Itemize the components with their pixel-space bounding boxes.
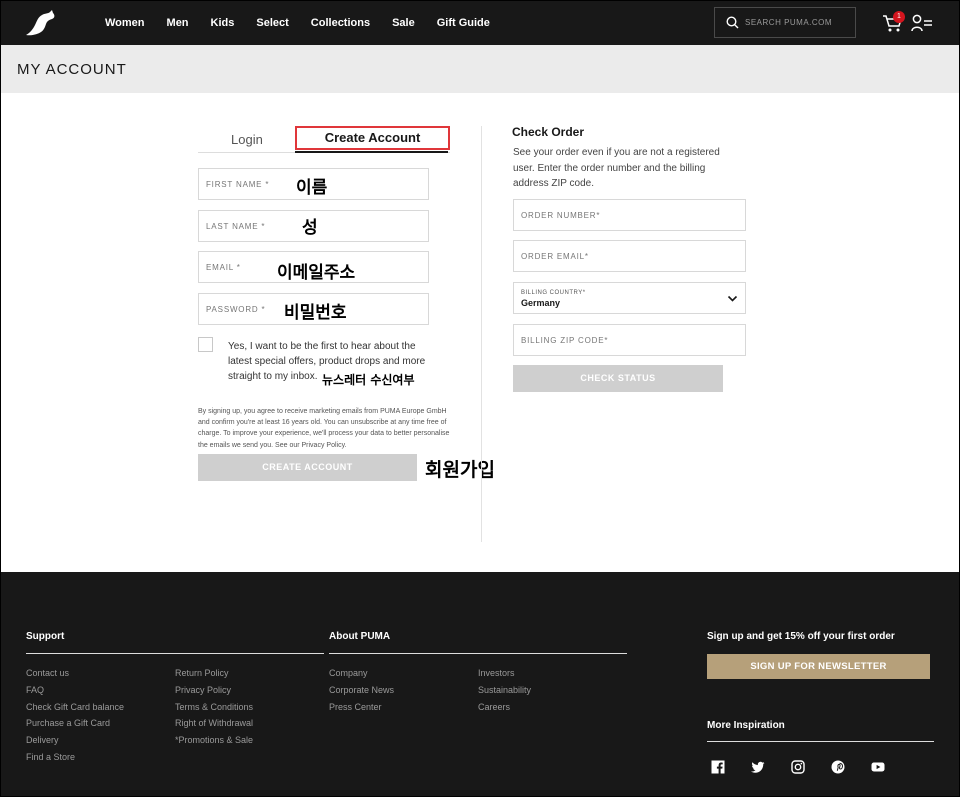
annotation-password: 비밀번호 <box>284 303 347 323</box>
footer-link-find-store[interactable]: Find a Store <box>26 752 75 762</box>
footer-inspiration-rule <box>707 741 934 742</box>
footer-about-rule <box>329 653 627 654</box>
footer-inspiration-title: More Inspiration <box>707 720 785 731</box>
nav-select[interactable]: Select <box>256 17 288 29</box>
footer-link-sustainability[interactable]: Sustainability <box>478 685 531 695</box>
puma-logo-icon[interactable] <box>24 9 56 37</box>
billing-country-select[interactable]: BILLING COUNTRY* Germany <box>513 282 746 314</box>
footer-link-careers[interactable]: Careers <box>478 702 510 712</box>
nav-men[interactable]: Men <box>167 17 189 29</box>
cart-count-badge: 1 <box>893 11 905 23</box>
footer-link-gift-balance[interactable]: Check Gift Card balance <box>26 702 124 712</box>
search-box[interactable] <box>714 7 856 38</box>
pinterest-icon[interactable] <box>831 760 845 774</box>
youtube-icon[interactable] <box>871 760 885 774</box>
order-number-label: ORDER NUMBER* <box>521 211 601 220</box>
footer-link-corporate-news[interactable]: Corporate News <box>329 685 394 695</box>
main-nav: Women Men Kids Select Collections Sale G… <box>105 0 512 45</box>
active-tab-underline <box>295 151 448 153</box>
order-email-label: ORDER EMAIL* <box>521 252 589 261</box>
top-header: Women Men Kids Select Collections Sale G… <box>0 0 960 45</box>
nav-women[interactable]: Women <box>105 17 145 29</box>
legal-notice: By signing up, you agree to receive mark… <box>198 408 450 449</box>
newsletter-signup-button[interactable]: SIGN UP FOR NEWSLETTER <box>707 654 930 679</box>
nav-gift-guide[interactable]: Gift Guide <box>437 17 490 29</box>
nav-sale[interactable]: Sale <box>392 17 415 29</box>
first-name-label: FIRST NAME * <box>206 180 270 189</box>
user-account-icon[interactable] <box>911 14 933 32</box>
footer-link-privacy-policy[interactable]: Privacy Policy <box>175 685 231 695</box>
site-footer: Support Contact us FAQ Check Gift Card b… <box>0 572 960 797</box>
footer-link-company[interactable]: Company <box>329 668 368 678</box>
annotation-signup: 회원가입 <box>425 459 495 481</box>
footer-about-title: About PUMA <box>329 631 391 642</box>
footer-link-investors[interactable]: Investors <box>478 668 515 678</box>
billing-zip-field[interactable]: BILLING ZIP CODE* <box>513 324 746 356</box>
page-title: MY ACCOUNT <box>17 61 127 78</box>
footer-link-purchase-gift[interactable]: Purchase a Gift Card <box>26 718 110 728</box>
annotation-newsletter: 뉴스레터 수신여부 <box>322 373 415 387</box>
order-number-field[interactable]: ORDER NUMBER* <box>513 199 746 231</box>
footer-signup-title: Sign up and get 15% off your first order <box>707 631 895 642</box>
footer-link-promotions[interactable]: *Promotions & Sale <box>175 735 253 745</box>
billing-zip-label: BILLING ZIP CODE* <box>521 336 609 345</box>
account-tabs: Login Create Account <box>198 126 450 153</box>
annotation-first-name: 이름 <box>296 178 328 198</box>
footer-link-return-policy[interactable]: Return Policy <box>175 668 229 678</box>
password-label: PASSWORD * <box>206 305 266 314</box>
newsletter-optin-checkbox[interactable] <box>198 337 213 352</box>
chevron-down-icon <box>727 295 738 302</box>
instagram-icon[interactable] <box>791 760 805 774</box>
last-name-label: LAST NAME * <box>206 222 266 231</box>
annotation-last-name: 성 <box>302 218 318 238</box>
footer-link-terms[interactable]: Terms & Conditions <box>175 702 253 712</box>
footer-link-faq[interactable]: FAQ <box>26 685 44 695</box>
column-divider <box>481 126 482 542</box>
tab-create-account[interactable]: Create Account <box>295 126 450 150</box>
order-email-field[interactable]: ORDER EMAIL* <box>513 240 746 272</box>
footer-link-contact[interactable]: Contact us <box>26 668 69 678</box>
nav-kids[interactable]: Kids <box>211 17 235 29</box>
create-account-button[interactable]: CREATE ACCOUNT <box>198 454 417 481</box>
tab-login[interactable]: Login <box>231 132 263 147</box>
billing-country-value: Germany <box>521 298 561 308</box>
footer-link-press-center[interactable]: Press Center <box>329 702 382 712</box>
footer-link-delivery[interactable]: Delivery <box>26 735 59 745</box>
check-order-title: Check Order <box>512 125 585 139</box>
footer-support-rule <box>26 653 324 654</box>
check-order-description: See your order even if you are not a reg… <box>513 147 720 189</box>
facebook-icon[interactable] <box>711 760 725 774</box>
nav-collections[interactable]: Collections <box>311 17 370 29</box>
search-icon <box>726 16 739 29</box>
footer-support-title: Support <box>26 631 65 642</box>
billing-country-label: BILLING COUNTRY* <box>521 290 586 296</box>
twitter-icon[interactable] <box>751 760 765 774</box>
page-title-band: MY ACCOUNT <box>0 45 960 93</box>
check-status-button[interactable]: CHECK STATUS <box>513 365 723 392</box>
annotation-email: 이메일주소 <box>277 263 356 283</box>
email-label: EMAIL * <box>206 263 241 272</box>
footer-link-withdrawal[interactable]: Right of Withdrawal <box>175 718 253 728</box>
search-input[interactable] <box>745 18 845 27</box>
